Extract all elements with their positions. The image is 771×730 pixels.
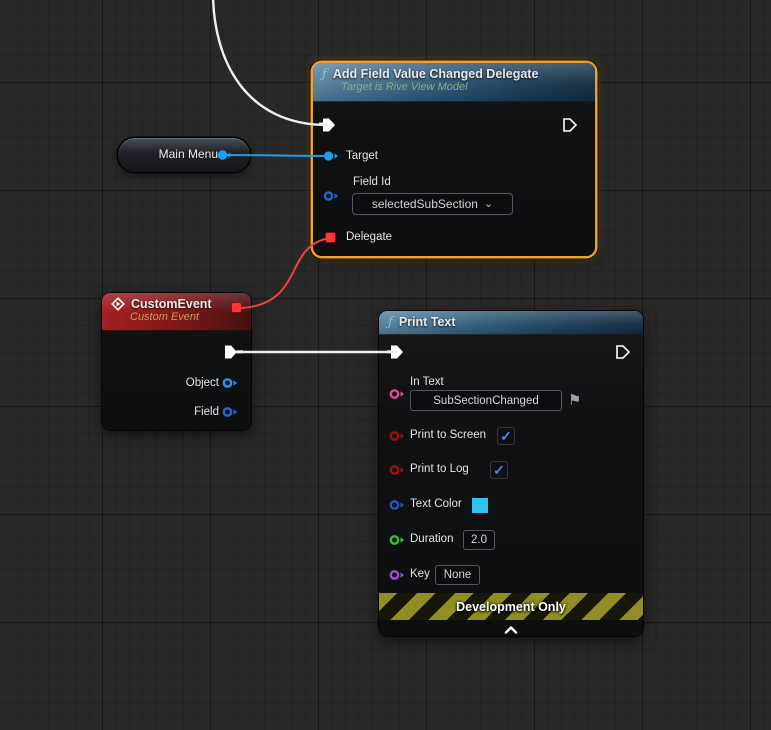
blueprint-graph-canvas[interactable]: ƒ Add Field Value Changed Delegate Targe… <box>0 0 771 730</box>
field-id-pin[interactable] <box>323 190 339 202</box>
collapse-node-button[interactable] <box>504 621 518 639</box>
node-add-field-value-changed-delegate[interactable]: ƒ Add Field Value Changed Delegate Targe… <box>313 63 595 256</box>
key-pin[interactable] <box>389 569 405 581</box>
text-color-label: Text Color <box>410 498 462 510</box>
print-to-log-checkbox[interactable]: ✓ <box>490 461 508 479</box>
text-color-swatch[interactable] <box>471 497 489 514</box>
node-title: CustomEvent <box>131 297 212 311</box>
key-label: Key <box>410 568 430 580</box>
in-text-input[interactable] <box>410 390 562 411</box>
chevron-down-icon: ⌄ <box>483 197 494 210</box>
development-only-banner: Development Only <box>379 593 643 620</box>
node-title: Print Text <box>398 315 456 329</box>
print-to-screen-pin[interactable] <box>389 430 405 442</box>
text-color-pin[interactable] <box>389 499 405 511</box>
node-subtitle: Target is Rive View Model <box>341 81 468 93</box>
duration-pin[interactable] <box>389 534 405 546</box>
chevron-up-icon <box>504 626 518 634</box>
field-id-dropdown-value: selectedSubSection <box>371 197 478 211</box>
node-title: Add Field Value Changed Delegate <box>332 67 539 81</box>
function-icon: ƒ <box>322 66 327 82</box>
node-header[interactable]: ƒ Add Field Value Changed Delegate Targe… <box>313 63 595 102</box>
check-icon: ✓ <box>500 427 512 444</box>
node-subtitle: Custom Event <box>130 311 200 323</box>
key-input[interactable] <box>435 565 480 585</box>
check-icon: ✓ <box>493 461 505 478</box>
development-only-text: Development Only <box>456 599 566 614</box>
delegate-pin-label: Delegate <box>346 231 393 243</box>
function-icon: ƒ <box>388 314 393 330</box>
wire-exec-in-add-field[interactable] <box>212 0 329 127</box>
duration-label: Duration <box>410 533 454 545</box>
print-to-log-pin[interactable] <box>389 464 405 476</box>
event-icon <box>111 297 125 311</box>
exec-out-pin[interactable] <box>562 117 578 133</box>
node-header[interactable]: CustomEvent Custom Event <box>102 293 251 331</box>
field-id-dropdown[interactable]: selectedSubSection ⌄ <box>352 193 513 215</box>
localization-flag-icon[interactable]: ⚑ <box>568 393 581 408</box>
object-pin-label: Object <box>185 377 219 389</box>
in-text-pin-label: In Text <box>410 376 444 388</box>
print-to-log-label: Print to Log <box>410 463 469 475</box>
variable-label: Main Menu <box>158 147 218 161</box>
node-print-text[interactable]: ƒ Print Text In Text ⚑ Print to Screen ✓ <box>379 311 643 636</box>
field-pin[interactable] <box>222 406 238 418</box>
object-pin[interactable] <box>222 377 238 389</box>
duration-input[interactable] <box>463 530 495 550</box>
in-text-pin[interactable] <box>389 388 405 400</box>
field-id-pin-label: Field Id <box>353 176 391 188</box>
wire-main-menu-to-target[interactable] <box>225 154 331 157</box>
exec-out-pin[interactable] <box>615 344 631 360</box>
print-to-screen-checkbox[interactable]: ✓ <box>497 427 515 445</box>
node-custom-event[interactable]: CustomEvent Custom Event Object Field <box>102 293 251 430</box>
print-to-screen-label: Print to Screen <box>410 429 487 441</box>
field-pin-label: Field <box>194 406 219 418</box>
node-header[interactable]: ƒ Print Text <box>379 311 643 335</box>
target-pin-label: Target <box>346 150 378 162</box>
